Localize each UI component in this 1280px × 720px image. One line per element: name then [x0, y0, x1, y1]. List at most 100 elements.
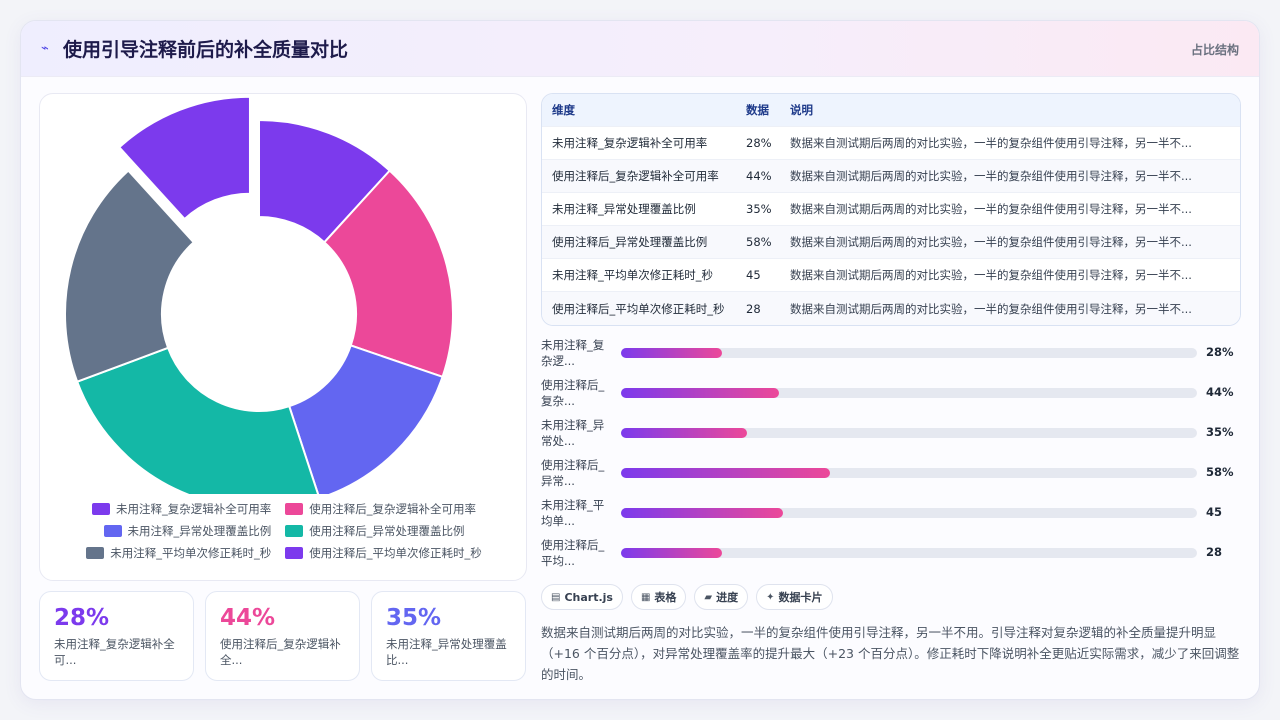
data-table: 维度 数据 说明 未用注释_复杂逻辑补全可用率 28% 数据来自测试期后两周的对…	[541, 93, 1241, 326]
column-header-note: 说明	[790, 103, 813, 117]
progress-track	[621, 508, 1197, 518]
header: ⌁ 使用引导注释前后的补全质量对比 占比结构	[21, 21, 1259, 77]
page-title: 使用引导注释前后的补全质量对比	[63, 39, 349, 61]
kpi-label: 使用注释后_复杂逻辑补全...	[220, 637, 341, 667]
progress-fill	[621, 548, 722, 558]
progress-value: 58%	[1206, 465, 1234, 479]
table-cell: 使用注释后_异常处理覆盖比例	[552, 235, 708, 249]
progress-value: 28	[1206, 545, 1223, 559]
progress-track	[621, 548, 1197, 558]
view-badge[interactable]: 占比结构	[1191, 41, 1239, 58]
table-cell: 35%	[746, 202, 772, 216]
table-cell: 数据来自测试期后两周的对比实验，一半的复杂组件使用引导注释，另一半不...	[790, 136, 1192, 150]
table-icon: ▦	[640, 591, 651, 603]
legend-swatch	[92, 503, 110, 515]
kpi-label: 未用注释_复杂逻辑补全可...	[54, 637, 175, 667]
chip-table[interactable]: ▦ 表格	[630, 584, 687, 610]
table-row[interactable]: 使用注释后_平均单次修正耗时_秒 28 数据来自测试期后两周的对比实验，一半的复…	[542, 292, 1240, 325]
kpi-cards: 28% 未用注释_复杂逻辑补全可... 44% 使用注释后_复杂逻辑补全... …	[39, 591, 527, 681]
progress-row: 未用注释_异 常处... 35%	[541, 413, 1241, 453]
table-cell: 未用注释_平均单次修正耗时_秒	[552, 268, 713, 282]
progress-icon: ▰	[704, 591, 713, 603]
legend-swatch	[285, 503, 304, 515]
progress-label: 未用注释_异 常处...	[541, 418, 605, 448]
progress-label: 使用注释后_ 平均...	[541, 538, 605, 568]
progress-fill	[621, 468, 830, 478]
progress-track	[621, 348, 1197, 358]
column-header-value: 数据	[746, 103, 769, 117]
kpi-label: 未用注释_异常处理覆盖比...	[386, 637, 507, 667]
progress-fill	[621, 508, 783, 518]
table-cell: 数据来自测试期后两周的对比实验，一半的复杂组件使用引导注释，另一半不...	[790, 235, 1192, 249]
table-row[interactable]: 使用注释后_复杂逻辑补全可用率 44% 数据来自测试期后两周的对比实验，一半的复…	[542, 160, 1240, 193]
kpi-value: 44%	[220, 605, 276, 631]
table-header-row: 维度 数据 说明	[542, 94, 1240, 127]
legend-label: 使用注释后_复杂逻辑补全可用率	[309, 502, 476, 516]
legend-label: 未用注释_复杂逻辑补全可用率	[116, 502, 272, 516]
legend-label: 未用注释_异常处理覆盖比例	[127, 524, 272, 538]
progress-row: 使用注释后_ 异常... 58%	[541, 453, 1241, 493]
card-icon: ✦	[766, 591, 775, 603]
legend-swatch	[86, 547, 105, 559]
table-row[interactable]: 未用注释_异常处理覆盖比例 35% 数据来自测试期后两周的对比实验，一半的复杂组…	[542, 193, 1240, 226]
kpi-value: 28%	[54, 605, 110, 631]
kpi-value: 35%	[386, 605, 442, 631]
legend-label: 未用注释_平均单次修正耗时_秒	[110, 546, 272, 560]
progress-value: 44%	[1206, 385, 1234, 399]
progress-label: 使用注释后_ 复杂...	[541, 378, 605, 408]
progress-track	[621, 388, 1197, 398]
table-cell: 未用注释_异常处理覆盖比例	[552, 202, 696, 216]
table-cell: 数据来自测试期后两周的对比实验，一半的复杂组件使用引导注释，另一半不...	[790, 268, 1192, 282]
progress-row: 未用注释_平 均单... 45	[541, 493, 1241, 533]
chip-chartjs[interactable]: ▤ Chart.js	[541, 584, 623, 610]
legend-row: 未用注释_复杂逻辑补全可用率 使用注释后_复杂逻辑补全可用率	[40, 498, 528, 520]
table-row[interactable]: 使用注释后_异常处理覆盖比例 58% 数据来自测试期后两周的对比实验，一半的复杂…	[542, 226, 1240, 259]
progress-track	[621, 468, 1197, 478]
legend-label: 使用注释后_平均单次修正耗时_秒	[309, 546, 482, 560]
chip-progress[interactable]: ▰ 进度	[694, 584, 749, 610]
progress-fill	[621, 428, 747, 438]
legend-item[interactable]: 使用注释后_平均单次修正耗时_秒	[285, 545, 482, 561]
legend-item[interactable]: 未用注释_复杂逻辑补全可用率	[92, 501, 271, 517]
table-cell: 44%	[746, 169, 772, 183]
table-cell: 使用注释后_复杂逻辑补全可用率	[552, 169, 719, 183]
table-cell: 数据来自测试期后两周的对比实验，一半的复杂组件使用引导注释，另一半不...	[790, 202, 1192, 216]
legend-item[interactable]: 未用注释_平均单次修正耗时_秒	[86, 545, 271, 561]
table-cell: 28	[746, 301, 761, 316]
kpi-card: 35% 未用注释_异常处理覆盖比...	[371, 591, 526, 681]
donut-slice[interactable]	[75, 346, 320, 494]
kpi-card: 44% 使用注释后_复杂逻辑补全...	[205, 591, 360, 681]
legend-item[interactable]: 使用注释后_复杂逻辑补全可用率	[285, 501, 476, 517]
chart-icon: ▤	[551, 591, 561, 603]
progress-row: 使用注释后_ 复杂... 44%	[541, 373, 1241, 413]
progress-fill	[621, 388, 780, 398]
legend-item[interactable]: 未用注释_异常处理覆盖比例	[103, 523, 272, 539]
legend-row: 未用注释_异常处理覆盖比例 使用注释后_异常处理覆盖比例	[40, 520, 528, 542]
progress-label: 使用注释后_ 异常...	[541, 458, 605, 488]
table-row[interactable]: 未用注释_复杂逻辑补全可用率 28% 数据来自测试期后两周的对比实验，一半的复杂…	[542, 127, 1240, 160]
chip-data-card[interactable]: ✦ 数据卡片	[756, 584, 833, 610]
progress-row: 未用注释_复 杂逻... 28%	[541, 333, 1241, 373]
table-cell: 数据来自测试期后两周的对比实验，一半的复杂组件使用引导注释，另一半不...	[790, 301, 1192, 316]
table-cell: 28%	[746, 136, 772, 150]
legend-row: 未用注释_平均单次修正耗时_秒 使用注释后_平均单次修正耗时_秒	[40, 542, 528, 564]
legend-swatch	[285, 525, 304, 537]
table-cell: 未用注释_复杂逻辑补全可用率	[552, 136, 708, 150]
progress-value: 28%	[1206, 345, 1234, 359]
summary-text: 数据来自测试期后两周的对比实验，一半的复杂组件使用引导注释，另一半不用。引导注释…	[541, 625, 1240, 682]
progress-track	[621, 428, 1197, 438]
progress-row: 使用注释后_ 平均... 28	[541, 533, 1241, 573]
table-row[interactable]: 未用注释_平均单次修正耗时_秒 45 数据来自测试期后两周的对比实验，一半的复杂…	[542, 259, 1240, 292]
table-cell: 58%	[746, 235, 772, 249]
donut-chart[interactable]	[40, 94, 528, 494]
legend-label: 使用注释后_异常处理覆盖比例	[309, 524, 465, 538]
table-cell: 45	[746, 268, 761, 282]
legend-item[interactable]: 使用注释后_异常处理覆盖比例	[285, 523, 465, 539]
legend-swatch	[103, 525, 122, 537]
progress-bars: 未用注释_复 杂逻... 28% 使用注释后_ 复杂... 44% 未用注释_异 常处…	[541, 333, 1241, 573]
table-cell: 数据来自测试期后两周的对比实验，一半的复杂组件使用引导注释，另一半不...	[790, 169, 1192, 183]
progress-label: 未用注释_平 均单...	[541, 498, 605, 528]
legend-swatch	[285, 547, 304, 559]
view-chips: ▤ Chart.js ▦ 表格 ▰ 进度 ✦ 数据卡片	[541, 584, 833, 610]
chart-legend: 未用注释_复杂逻辑补全可用率 使用注释后_复杂逻辑补全可用率未用注释_异常处理覆盖…	[40, 498, 528, 564]
